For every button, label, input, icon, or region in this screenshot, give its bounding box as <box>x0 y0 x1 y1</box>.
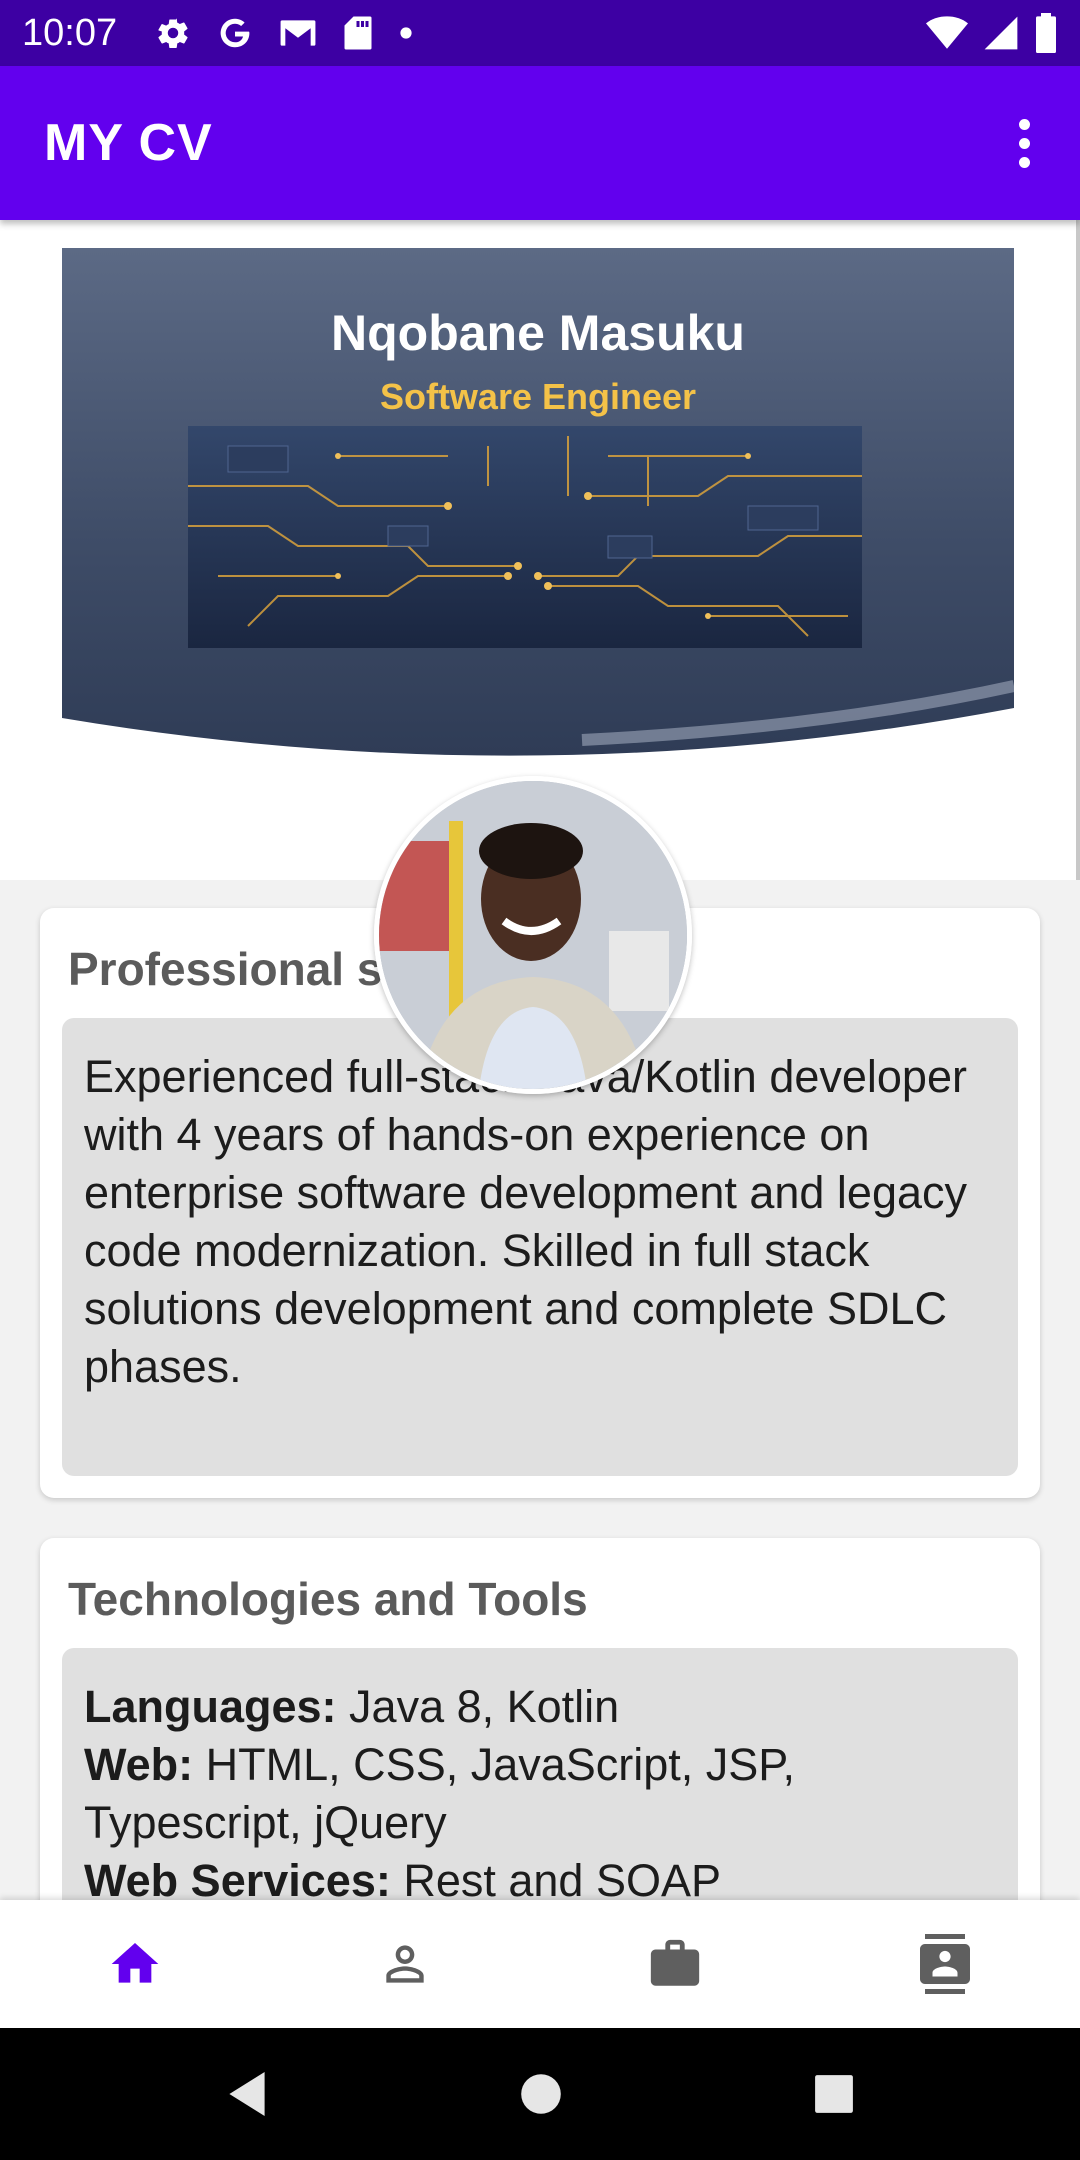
tech-row-languages: Languages: Java 8, Kotlin <box>84 1681 620 1732</box>
scrollbar[interactable] <box>1076 220 1080 880</box>
technologies-list: Languages: Java 8, Kotlin Web: HTML, CSS… <box>62 1648 1018 1900</box>
google-icon <box>220 18 250 48</box>
gmail-icon <box>280 20 316 46</box>
bottom-navigation <box>0 1900 1080 2028</box>
system-status-icons <box>926 13 1058 53</box>
recents-icon[interactable] <box>813 2073 855 2115</box>
signal-icon <box>984 16 1018 50</box>
nav-home[interactable] <box>0 1900 270 2028</box>
nav-experience[interactable] <box>540 1900 810 2028</box>
status-time: 10:07 <box>22 11 118 54</box>
banner-curve <box>62 680 1014 768</box>
more-vert-icon[interactable] <box>994 103 1054 183</box>
contact-icon <box>920 1934 970 1994</box>
nav-profile[interactable] <box>270 1900 540 2028</box>
system-navigation-bar <box>0 2028 1080 2160</box>
back-icon[interactable] <box>225 2069 269 2119</box>
tech-row-web-services: Web Services: Rest and SOAP <box>84 1855 721 1900</box>
profile-header: Nqobane Masuku Software Engineer <box>0 220 1080 1094</box>
nav-contact[interactable] <box>810 1900 1080 2028</box>
app-bar: MY CV <box>0 66 1080 220</box>
technologies-card: Technologies and Tools Languages: Java 8… <box>40 1538 1040 1900</box>
dot-icon <box>400 27 412 39</box>
status-bar: 10:07 <box>0 0 1080 66</box>
gear-icon <box>158 18 188 49</box>
home-circle-icon[interactable] <box>519 2072 563 2116</box>
briefcase-icon <box>650 1939 700 1986</box>
app-title: MY CV <box>44 114 213 172</box>
person-icon <box>386 1945 424 1983</box>
circuit-board-image <box>188 426 862 648</box>
profile-role: Software Engineer <box>379 376 697 417</box>
tech-row-web: Web: HTML, CSS, JavaScript, JSP, Typescr… <box>84 1739 796 1848</box>
notification-icons <box>155 15 413 51</box>
profile-name: Nqobane Masuku <box>331 305 745 361</box>
wifi-icon <box>926 16 968 49</box>
technologies-title: Technologies and Tools <box>68 1573 588 1625</box>
main-content[interactable]: Nqobane Masuku Software Engineer Profess… <box>0 220 1080 1900</box>
sd-card-icon <box>344 16 372 50</box>
profile-banner: Nqobane Masuku Software Engineer <box>62 248 1014 768</box>
avatar <box>374 776 692 1094</box>
home-icon <box>111 1943 159 1983</box>
battery-icon <box>1036 13 1056 53</box>
